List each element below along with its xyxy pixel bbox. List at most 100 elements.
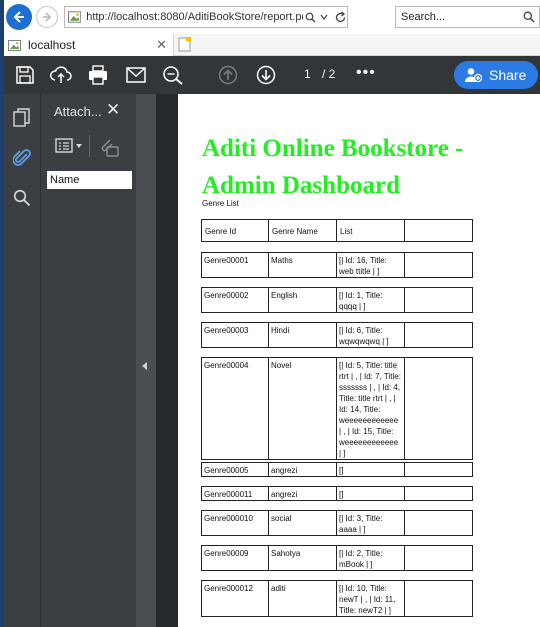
header-cell: List — [336, 219, 405, 242]
header-cell — [404, 219, 473, 242]
header-cell: Genre Id — [201, 219, 269, 242]
genre-name-cell: Sahotya — [268, 545, 337, 571]
empty-cell — [404, 486, 473, 501]
add-attachment-button[interactable] — [98, 136, 120, 163]
table-row: Genre00001 Maths [| Id: 16, Title: web t… — [201, 252, 473, 278]
table-row: Genre000011 angrezi [] — [201, 486, 473, 501]
empty-cell — [404, 580, 473, 617]
side-tool-rail — [4, 94, 40, 627]
close-panel-icon[interactable]: ✕ — [106, 100, 120, 120]
table-row: Genre000010 social [| Id: 3, Title: aaaa… — [201, 510, 473, 536]
save-icon — [16, 66, 34, 84]
genre-name-cell: Hindi — [268, 322, 337, 348]
print-button[interactable] — [87, 65, 109, 85]
genre-name-cell: social — [268, 510, 337, 536]
book-list-cell: [| Id: 3, Title: aaaa | ] — [336, 510, 405, 536]
empty-cell — [404, 322, 473, 348]
genre-id-cell: Genre00004 — [201, 357, 269, 460]
genre-name-cell: Novel — [268, 357, 337, 460]
page-up-icon — [218, 65, 238, 85]
page-total: / 2 — [322, 67, 336, 81]
document-title: Aditi Online Bookstore - Admin Dashboard — [202, 130, 532, 204]
title-line-1: Aditi Online Bookstore - — [202, 135, 464, 162]
dropdown-icon[interactable] — [319, 12, 329, 22]
table-row: Genre00005 angrezi [] — [201, 462, 473, 477]
genre-name-cell: aditi — [268, 580, 337, 617]
share-label: Share — [489, 67, 527, 83]
attachment-icon — [13, 149, 31, 166]
table-row: Genre000012 aditi [| Id: 10, Title: newT… — [201, 580, 473, 617]
refresh-icon[interactable] — [334, 10, 347, 24]
table-row: Genre00009 Sahotya [| Id: 2, Title: mBoo… — [201, 545, 473, 571]
collapse-panel-icon[interactable] — [142, 362, 147, 370]
panel-splitter[interactable] — [136, 94, 156, 627]
toolbar-divider — [89, 135, 90, 157]
book-list-cell: [] — [336, 462, 405, 477]
zoom-out-button[interactable] — [162, 65, 184, 85]
genre-name-cell: angrezi — [268, 486, 337, 501]
tab-localhost[interactable]: localhost ✕ — [4, 34, 174, 56]
attachments-button[interactable] — [12, 148, 32, 168]
upload-button[interactable] — [50, 65, 72, 85]
new-tab-button[interactable] — [178, 37, 191, 57]
genre-id-cell: Genre00003 — [201, 322, 269, 348]
forward-button[interactable] — [36, 6, 58, 28]
genre-name-cell: Maths — [268, 252, 337, 278]
book-list-cell: [| Id: 10, Title: newT | , | Id: 11, Tit… — [336, 580, 405, 617]
attachments-panel: Attach... ✕ Name — [40, 94, 136, 627]
empty-cell — [404, 357, 473, 460]
email-button[interactable] — [125, 65, 147, 85]
empty-cell — [404, 545, 473, 571]
search-placeholder: Search... — [401, 11, 446, 23]
name-column-header[interactable]: Name — [47, 171, 132, 189]
search-icon[interactable] — [523, 11, 535, 23]
book-list-cell: [| Id: 16, Title: web ttitle | ] — [336, 252, 405, 278]
empty-cell — [404, 510, 473, 536]
table-row: Genre00002 English [| Id: 1, Title: qqqq… — [201, 287, 473, 313]
genre-name-cell: angrezi — [268, 462, 337, 477]
zoom-out-icon — [163, 66, 183, 85]
attachments-title: Attach... — [54, 104, 102, 119]
book-list-cell: [] — [336, 486, 405, 501]
find-icon — [13, 189, 31, 207]
book-list-cell: [| Id: 1, Title: qqqq | ] — [336, 287, 405, 313]
page-thumbnails-button[interactable] — [12, 108, 32, 128]
search-icon[interactable] — [305, 12, 316, 23]
pdf-page: Aditi Online Bookstore - Admin Dashboard… — [178, 94, 540, 627]
page-number-input[interactable]: 1 — [304, 67, 311, 81]
empty-cell — [404, 462, 473, 477]
back-button[interactable] — [6, 4, 32, 30]
genre-id-cell: Genre00009 — [201, 545, 269, 571]
upload-icon — [50, 66, 72, 83]
mail-icon — [126, 67, 146, 83]
share-person-icon — [465, 68, 482, 83]
tab-strip: localhost ✕ — [4, 34, 540, 56]
book-list-cell: [| Id: 6, Title: wqwqwqwq | ] — [336, 322, 405, 348]
pdf-toolbar: 1 / 2 ••• Share — [4, 56, 540, 94]
table-row: Genre00004 Novel [| Id: 5, Title: title … — [201, 357, 473, 460]
document-subtitle: Genre List — [202, 199, 239, 208]
close-tab-icon[interactable]: ✕ — [156, 37, 167, 53]
book-list-cell: [| Id: 2, Title: mBook | ] — [336, 545, 405, 571]
new-tab-icon — [178, 37, 191, 52]
header-cell: Genre Name — [268, 219, 337, 242]
page-favicon — [68, 11, 82, 23]
url-field[interactable]: http://localhost:8080/AditiBookStore/rep… — [64, 6, 348, 28]
back-arrow-icon — [13, 11, 24, 23]
save-button[interactable] — [14, 65, 36, 85]
empty-cell — [404, 252, 473, 278]
search-field[interactable]: Search... — [395, 6, 540, 28]
genre-id-cell: Genre00001 — [201, 252, 269, 278]
attachment-options-button[interactable] — [55, 138, 85, 159]
more-options-button[interactable]: ••• — [356, 64, 376, 82]
previous-page-button[interactable] — [217, 65, 239, 85]
next-page-button[interactable] — [255, 65, 277, 85]
address-bar: http://localhost:8080/AditiBookStore/rep… — [4, 0, 540, 34]
header-table: Genre Id Genre Name List — [201, 219, 473, 242]
share-button[interactable]: Share — [454, 61, 538, 89]
find-button[interactable] — [12, 188, 32, 208]
title-line-2: Admin Dashboard — [202, 172, 400, 199]
genre-id-cell: Genre00005 — [201, 462, 269, 477]
empty-cell — [404, 287, 473, 313]
page-favicon — [8, 39, 21, 51]
